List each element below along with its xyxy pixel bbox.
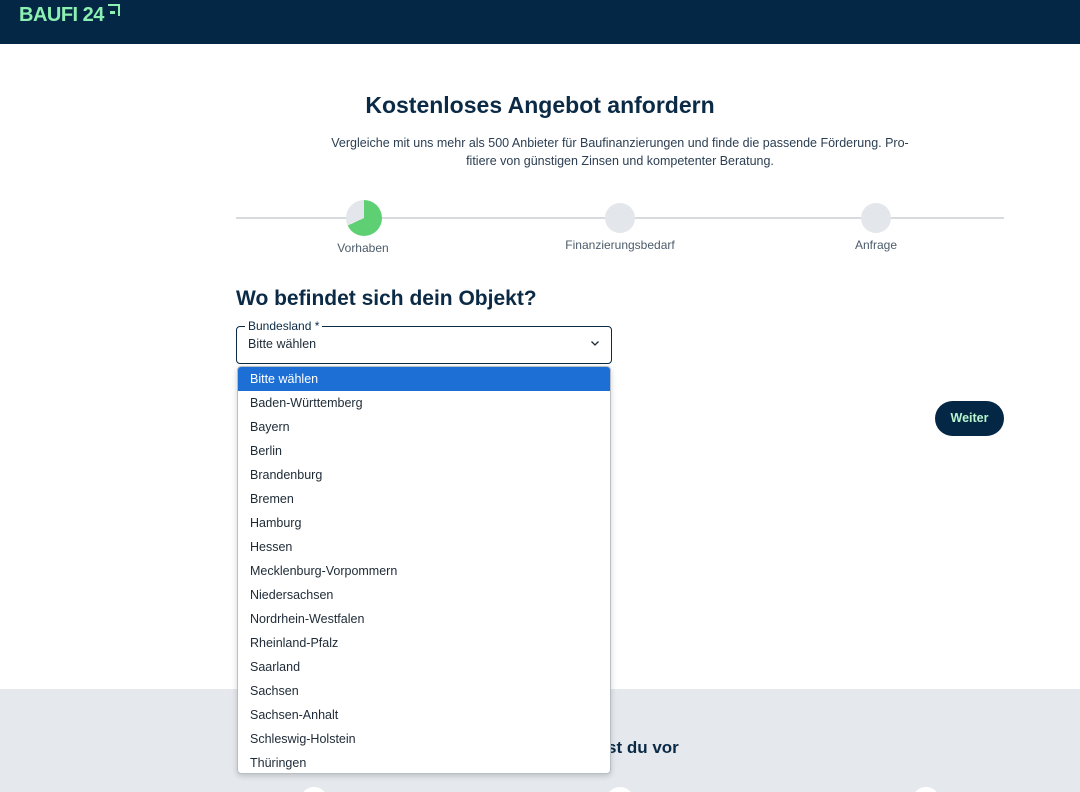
step-label-finanzierungsbedarf: Finanzierungsbedarf <box>565 238 675 252</box>
dropdown-option-bitte-waehlen[interactable]: Bitte wählen <box>238 367 610 391</box>
top-navigation-bar: BAUFI 24 <box>0 0 1080 44</box>
dropdown-option-saarland[interactable]: Saarland <box>238 655 610 679</box>
dropdown-option-bremen[interactable]: Bremen <box>238 487 610 511</box>
dropdown-option-berlin[interactable]: Berlin <box>238 439 610 463</box>
step-vorhaben-indicator <box>346 200 382 236</box>
dropdown-option-hamburg[interactable]: Hamburg <box>238 511 610 535</box>
dropdown-option-thueringen[interactable]: Thüringen <box>238 751 610 773</box>
bundesland-select[interactable]: Bundesland * Bitte wählen <box>236 319 612 364</box>
dropdown-option-schleswig-holstein[interactable]: Schleswig-Holstein <box>238 727 610 751</box>
bundesland-label: Bundesland * <box>245 319 323 333</box>
dropdown-option-sachsen[interactable]: Sachsen <box>238 679 610 703</box>
logo[interactable]: BAUFI 24 <box>19 4 120 30</box>
step-label-vorhaben: Vorhaben <box>337 241 389 255</box>
step-finanzierungsbedarf-indicator <box>605 203 635 233</box>
dropdown-option-baden-wuerttemberg[interactable]: Baden-Württemberg <box>238 391 610 415</box>
logo-mark-icon <box>107 4 120 16</box>
bundesland-selected-value: Bitte wählen <box>248 337 317 351</box>
dropdown-option-bayern[interactable]: Bayern <box>238 415 610 439</box>
dropdown-option-brandenburg[interactable]: Brandenburg <box>238 463 610 487</box>
bottom-section-heading: st du vor <box>607 738 679 757</box>
dropdown-option-rheinland-pfalz[interactable]: Rheinland-Pfalz <box>238 631 610 655</box>
step-label-anfrage: Anfrage <box>854 238 898 252</box>
logo-text: BAUFI 24 <box>19 4 104 26</box>
chevron-down-icon <box>591 341 599 346</box>
dropdown-option-hessen[interactable]: Hessen <box>238 535 610 559</box>
bundesland-dropdown-list[interactable]: Bitte wählen Baden-Württemberg Bayern Be… <box>237 366 611 774</box>
dropdown-option-mecklenburg-vorpommern[interactable]: Mecklenburg-Vorpommern <box>238 559 610 583</box>
dropdown-option-niedersachsen[interactable]: Niedersachsen <box>238 583 610 607</box>
subtitle-line-2: fitiere von günstigen Zinsen und kompete… <box>466 154 774 168</box>
form-question: Wo befindet sich dein Objekt? <box>236 287 537 310</box>
page-subtitle: Vergleiche mit uns mehr als 500 Anbieter… <box>320 134 920 170</box>
weiter-button[interactable]: Weiter <box>935 401 1004 436</box>
dropdown-option-nordrhein-westfalen[interactable]: Nordrhein-Westfalen <box>238 607 610 631</box>
step-anfrage-indicator <box>861 203 891 233</box>
subtitle-line-1: Vergleiche mit uns mehr als 500 Anbieter… <box>331 136 909 150</box>
page-title: Kostenloses Angebot anfordern <box>365 92 715 118</box>
dropdown-option-sachsen-anhalt[interactable]: Sachsen-Anhalt <box>238 703 610 727</box>
